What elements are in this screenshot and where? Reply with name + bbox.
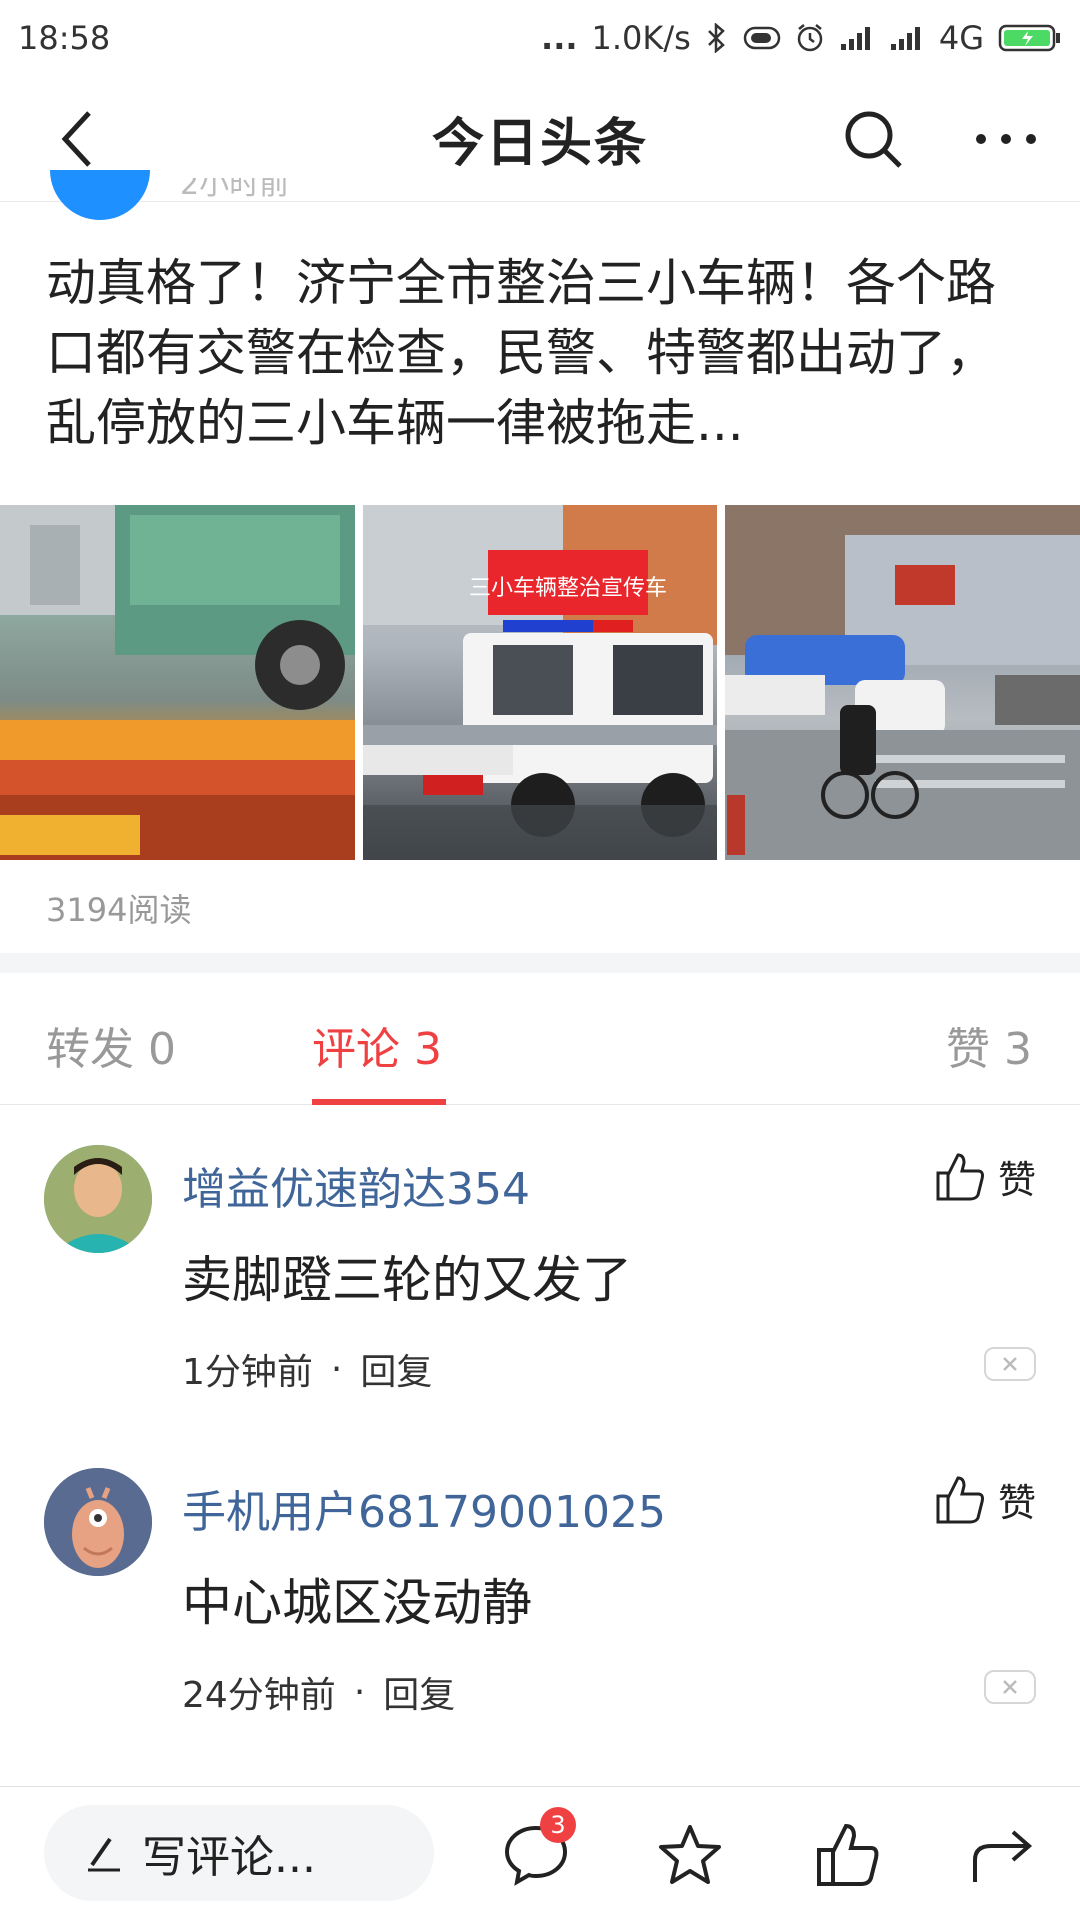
back-arrow-icon: [61, 111, 91, 167]
status-dots: ...: [541, 19, 578, 57]
thumbs-up-icon: [817, 1823, 879, 1886]
comment-time: 1分钟前: [182, 1352, 313, 1393]
like-button[interactable]: [808, 1815, 888, 1895]
post-image-2[interactable]: 三小车辆整治宣传车: [362, 505, 718, 860]
status-time: 18:58: [18, 19, 111, 57]
post-image-3[interactable]: [725, 505, 1080, 860]
meta-separator: ·: [330, 1348, 343, 1390]
thumbs-up-icon: [936, 1152, 984, 1200]
nav-bar: 今日头条: [0, 76, 1080, 202]
meta-separator: ·: [353, 1671, 366, 1713]
like-label: 赞: [997, 1158, 1036, 1202]
tab-forward[interactable]: 转发 0: [46, 1013, 176, 1077]
comment-username[interactable]: 手机用户68179001025: [182, 1476, 666, 1540]
comment-time: 24分钟前: [182, 1675, 336, 1716]
write-comment-placeholder: 写评论...: [142, 1832, 316, 1883]
comment-text: 卖脚蹬三轮的又发了: [182, 1251, 632, 1309]
interaction-tabs: 转发 0 评论 3 赞 3: [0, 973, 1080, 1105]
pen-icon: [88, 1837, 120, 1872]
comment-meta: 24分钟前 · 回复: [182, 1666, 455, 1718]
like-label: 赞: [997, 1481, 1036, 1525]
tab-comments[interactable]: 评论 3: [312, 1013, 442, 1077]
dismiss-button[interactable]: [984, 1347, 1036, 1381]
alarm-icon: [795, 23, 825, 53]
search-button[interactable]: [838, 104, 908, 174]
more-button[interactable]: [966, 104, 1046, 174]
page-title: 今日头条: [431, 114, 648, 174]
comment-like-button[interactable]: 赞: [934, 1149, 1036, 1204]
thumbs-up-icon: [936, 1475, 984, 1523]
post-images: 三小车辆整治宣传车: [0, 505, 1080, 860]
read-count: 3194阅读: [46, 891, 192, 929]
avatar[interactable]: [44, 1468, 152, 1576]
toggle-icon: [743, 25, 781, 51]
comment-like-button[interactable]: 赞: [934, 1472, 1036, 1527]
more-dots-icon: [976, 134, 1036, 144]
comment-username[interactable]: 增益优速韵达354: [182, 1153, 530, 1217]
comments-button[interactable]: 3: [496, 1807, 576, 1895]
bottom-action-bar: 写评论... 3: [0, 1786, 1080, 1920]
star-icon: [659, 1825, 721, 1884]
post-image-1[interactable]: [0, 505, 355, 860]
avatar[interactable]: [44, 1145, 152, 1253]
reply-button[interactable]: 回复: [383, 1666, 455, 1718]
close-icon: [1003, 1357, 1017, 1371]
status-bar: 18:58 ... 1.0K/s 4G: [0, 0, 1080, 76]
banner-text: 三小车辆整治宣传车: [469, 576, 667, 601]
author-avatar[interactable]: [50, 170, 150, 220]
reply-button[interactable]: 回复: [360, 1343, 432, 1395]
active-tab-indicator: [312, 1099, 446, 1105]
search-icon: [845, 111, 902, 168]
write-comment-input[interactable]: 写评论...: [44, 1805, 434, 1901]
signal-icon-1: [839, 24, 875, 52]
post-text: 动真格了！济宁全市整治三小车辆！各个路口都有交警在检查，民警、特警都出动了，乱停…: [46, 254, 996, 452]
comment-text: 中心城区没动静: [182, 1574, 532, 1632]
network-type: 4G: [938, 19, 984, 57]
battery-icon: [998, 23, 1062, 53]
close-icon: [1003, 1680, 1017, 1694]
dismiss-button[interactable]: [984, 1670, 1036, 1704]
section-divider: [0, 953, 1080, 973]
tab-likes[interactable]: 赞 3: [946, 1013, 1032, 1077]
comment-count-badge: 3: [540, 1807, 576, 1843]
network-speed: 1.0K/s: [591, 19, 691, 57]
post-time: 2小时前: [180, 178, 290, 202]
signal-icon-2: [889, 24, 925, 52]
comment-meta: 1分钟前 · 回复: [182, 1343, 432, 1395]
favorite-button[interactable]: [650, 1815, 730, 1895]
share-arrow-icon: [973, 1830, 1033, 1882]
bluetooth-icon: [705, 23, 729, 53]
status-icons: ... 1.0K/s 4G: [541, 19, 1062, 57]
share-button[interactable]: [962, 1815, 1042, 1895]
back-button[interactable]: [42, 104, 112, 174]
